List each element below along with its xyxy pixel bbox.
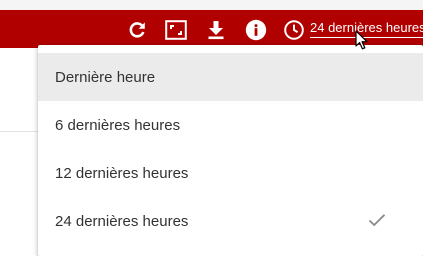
- mouse-cursor-icon: [355, 30, 368, 50]
- time-range-menu: Dernière heure 6 dernières heures 12 der…: [38, 45, 423, 256]
- clock-icon[interactable]: [283, 19, 305, 41]
- menu-item-6-hours[interactable]: 6 dernières heures: [38, 101, 423, 149]
- menu-item-label: 24 dernières heures: [55, 212, 189, 230]
- fullscreen-icon[interactable]: [165, 19, 187, 41]
- info-icon[interactable]: [245, 19, 267, 41]
- menu-item-label: 6 dernières heures: [55, 116, 181, 134]
- content-divider: [0, 131, 40, 132]
- download-icon[interactable]: [205, 19, 227, 41]
- menu-item-label: 12 dernières heures: [55, 164, 189, 182]
- menu-item-label: Dernière heure: [55, 68, 156, 86]
- menu-item-last-hour[interactable]: Dernière heure: [38, 53, 423, 101]
- refresh-icon[interactable]: [126, 19, 148, 41]
- menu-item-12-hours[interactable]: 12 dernières heures: [38, 149, 423, 197]
- check-icon: [368, 214, 386, 227]
- menu-item-24-hours[interactable]: 24 dernières heures: [38, 197, 423, 245]
